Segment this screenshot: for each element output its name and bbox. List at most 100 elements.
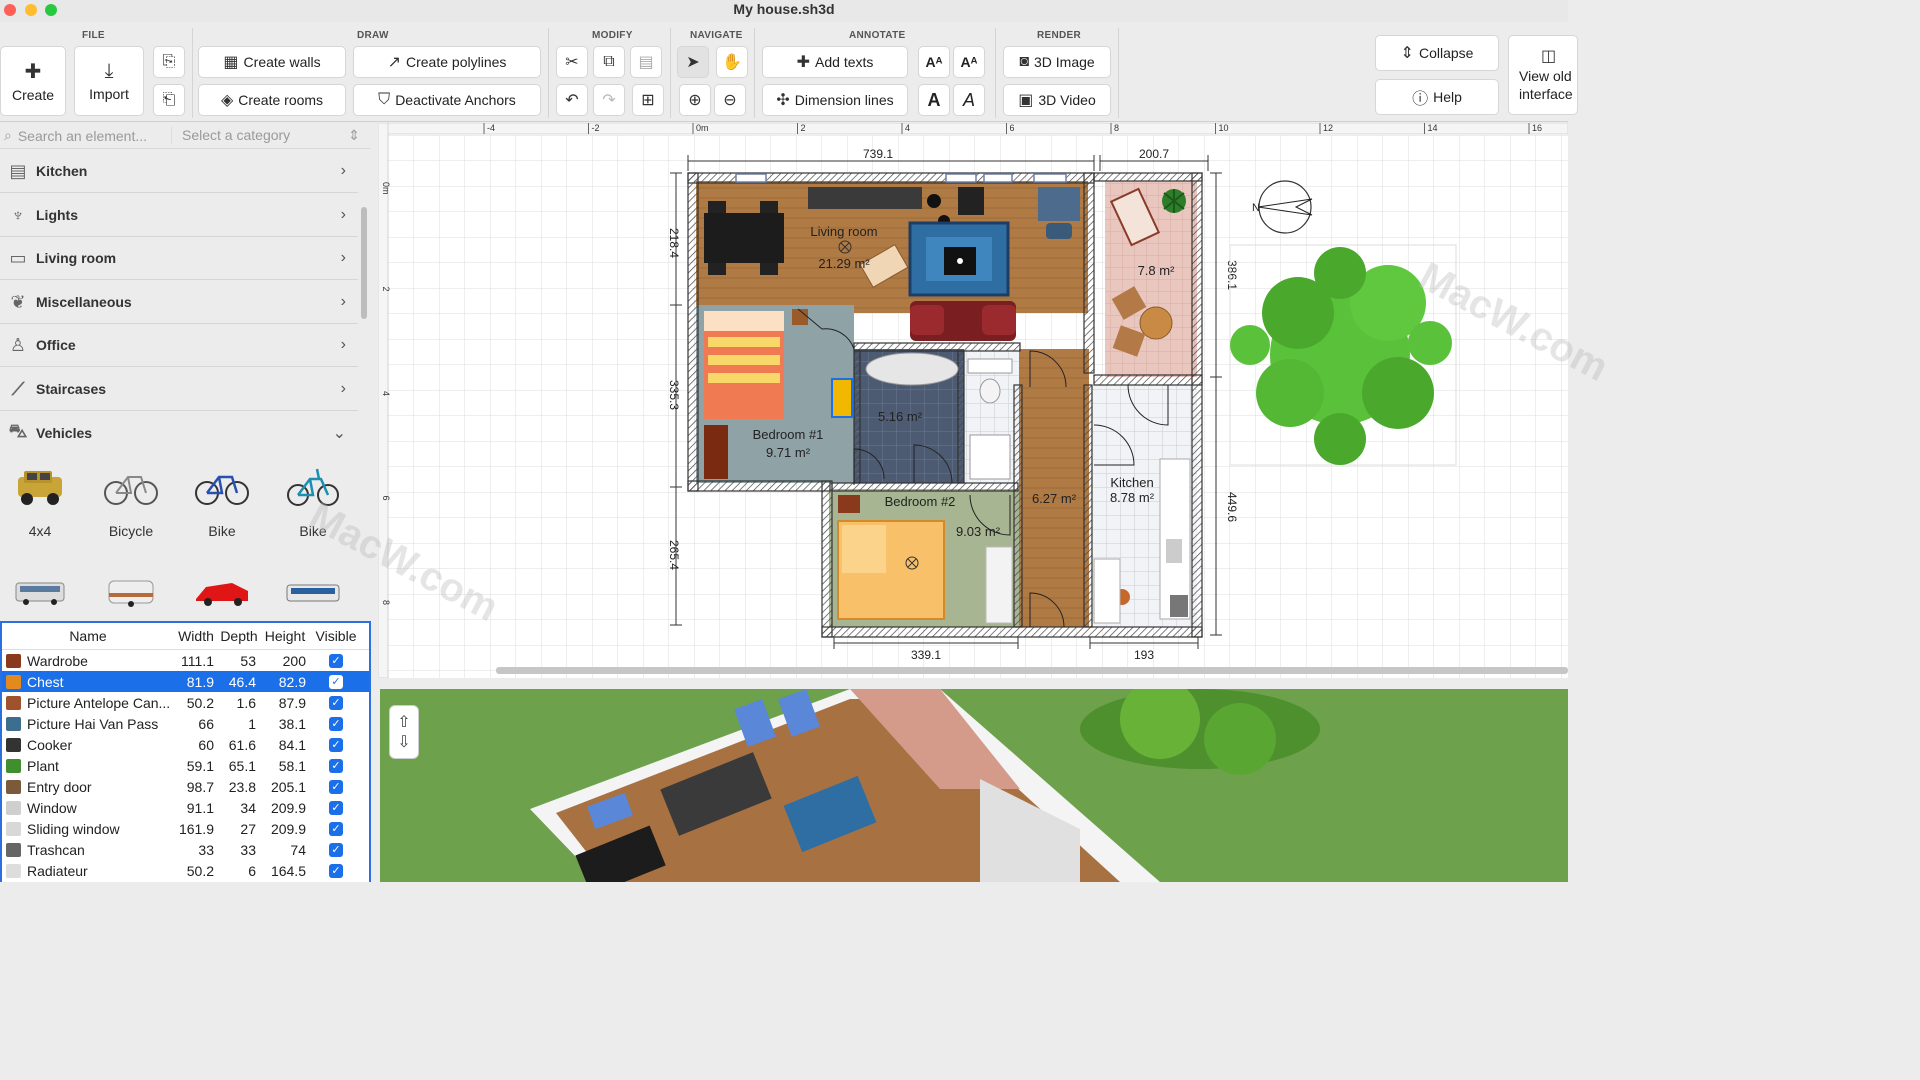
redo-button[interactable]: ↷ [593,84,625,116]
category-miscellaneous[interactable]: ❦ Miscellaneous › [0,281,358,324]
vehicle-bus[interactable] [0,575,85,619]
vehicle-tram[interactable] [268,575,358,619]
visible-checkbox[interactable]: ✓ [329,800,343,815]
table-row[interactable]: Chest 81.9 46.4 82.9 ✓ [2,671,369,692]
zoom-in-button[interactable]: ⊕ [679,84,711,116]
save-as-button[interactable]: ⎗ [153,84,185,116]
vehicle-bike[interactable]: Bike [177,463,267,539]
cell-name: Picture Hai Van Pass [2,716,174,732]
view-splitter[interactable] [378,678,1568,689]
cell-name: Radiateur [2,863,174,879]
help-button[interactable]: ⓘ Help [1375,79,1499,115]
collapse-button[interactable]: ⇕ Collapse [1375,35,1499,71]
deactivate-anchors-button[interactable]: ⛉ Deactivate Anchors [353,84,541,116]
cut-button[interactable]: ✂ [556,46,588,78]
category-kitchen[interactable]: ▤ Kitchen › [0,150,358,193]
lamp-icon: ♆ [11,204,25,225]
table-row[interactable]: Entry door 98.7 23.8 205.1 ✓ [2,776,369,797]
table-row[interactable]: Picture Antelope Can... 50.2 1.6 87.9 ✓ [2,692,369,713]
cell-height: 82.9 [278,673,306,690]
import-button[interactable]: ⤓ Import [74,46,144,116]
cell-visible: ✓ [310,716,362,731]
vehicle-sports-car[interactable] [177,575,267,619]
vehicle-4x4[interactable]: 4x4 [0,463,85,539]
create-button[interactable]: ✚ Create [0,46,66,116]
ruler-label: 16 [1532,123,1542,133]
4x4-icon [18,471,62,505]
3d-view[interactable]: ⇧ ⇩ [380,689,1568,882]
cell-width: 59.1 [186,757,214,774]
category-office[interactable]: ♙ Office › [0,324,358,367]
increase-text-size-button[interactable]: Aᴬ [918,46,950,78]
bike-icon [195,475,249,505]
table-row[interactable]: Window 91.1 34 209.9 ✓ [2,797,369,818]
save-file-button[interactable]: ⎘ [153,46,185,78]
visible-checkbox[interactable]: ✓ [329,695,343,710]
vehicle-caravan[interactable] [86,575,176,619]
paste-button[interactable]: ▤ [630,46,662,78]
italic-button[interactable]: A [953,84,985,116]
dimension-lines-button[interactable]: ✣ Dimension lines [762,84,908,116]
car-icon: ⛍ [8,420,28,441]
create-rooms-button[interactable]: ◈ Create rooms [198,84,346,116]
cell-visible: ✓ [310,842,362,857]
view-old-interface-button[interactable]: ◫ View old interface [1508,35,1578,115]
visible-checkbox[interactable]: ✓ [329,821,343,836]
table-row[interactable]: Cooker 60 61.6 84.1 ✓ [2,734,369,755]
column-header-name[interactable]: Name [2,628,174,644]
visible-checkbox[interactable]: ✓ [329,653,343,668]
3d-navigation-arrows[interactable]: ⇧ ⇩ [389,705,419,759]
visible-checkbox[interactable]: ✓ [329,737,343,752]
create-walls-button[interactable]: ▦ Create walls [198,46,346,78]
plan-view[interactable]: -4 -2 0m 2 4 6 8 10 12 14 16 0m 2 4 6 8 [378,123,1568,678]
pan-mode-button[interactable]: ✋ [716,46,748,78]
ruler-label: 4 [905,123,910,133]
visible-checkbox[interactable]: ✓ [329,779,343,794]
table-row[interactable]: Trashcan 33 33 74 ✓ [2,839,369,860]
visible-checkbox[interactable]: ✓ [329,674,343,689]
copy-button[interactable]: ⧉ [593,46,625,78]
car-icon [196,583,248,606]
undo-icon: ↶ [565,92,579,109]
category-living-room[interactable]: ▭ Living room › [0,237,358,280]
cell-width: 111.1 [181,652,214,669]
cell-height: 209.9 [270,820,306,837]
vehicle-bike-2[interactable]: Bike [268,463,358,539]
create-polylines-button[interactable]: ↗ Create polylines [353,46,541,78]
table-row[interactable]: Picture Hai Van Pass 66 1 38.1 ✓ [2,713,369,734]
svg-text:218.4: 218.4 [667,228,681,258]
table-row[interactable]: Wardrobe 111.1 53 200 ✓ [2,650,369,671]
category-select[interactable]: Select a category ⇕ [172,127,370,144]
3d-image-button[interactable]: ◙ 3D Image [1003,46,1111,78]
add-furniture-button[interactable]: ⊞ [632,84,664,116]
visible-checkbox[interactable]: ✓ [329,758,343,773]
bold-button[interactable]: A [918,84,950,116]
column-header-width[interactable]: Width [174,628,218,644]
visible-checkbox[interactable]: ✓ [329,716,343,731]
3d-video-button[interactable]: ▣ 3D Video [1003,84,1111,116]
catalog-scrollbar[interactable] [361,207,367,319]
table-row[interactable]: Radiateur 50.2 6 164.5 ✓ [2,860,369,881]
category-lights[interactable]: ♆ Lights › [0,194,358,237]
search-input[interactable]: ⌕ Search an element... [0,127,172,144]
cell-height: 87.9 [278,694,306,711]
column-header-visible[interactable]: Visible [310,628,362,644]
column-header-depth[interactable]: Depth [218,628,260,644]
zoom-out-button[interactable]: ⊖ [714,84,746,116]
cell-name: Chest [2,674,174,690]
cell-height: 38.1 [278,715,306,732]
table-row[interactable]: Plant 59.1 65.1 58.1 ✓ [2,755,369,776]
undo-button[interactable]: ↶ [556,84,588,116]
cell-width: 60 [198,736,214,753]
decrease-text-size-button[interactable]: Aᴬ [953,46,985,78]
column-header-height[interactable]: Height [260,628,310,644]
category-staircases[interactable]: ⟋ Staircases › [0,368,358,411]
add-texts-button[interactable]: ✚ Add texts [762,46,908,78]
table-row[interactable]: Sliding window 161.9 27 209.9 ✓ [2,818,369,839]
select-mode-button[interactable]: ➤ [677,46,709,78]
svg-text:Living room: Living room [810,224,877,239]
category-vehicles[interactable]: ⛍ Vehicles ⌄ [0,411,358,454]
visible-checkbox[interactable]: ✓ [329,842,343,857]
visible-checkbox[interactable]: ✓ [329,863,343,878]
vehicle-bicycle[interactable]: Bicycle [86,463,176,539]
